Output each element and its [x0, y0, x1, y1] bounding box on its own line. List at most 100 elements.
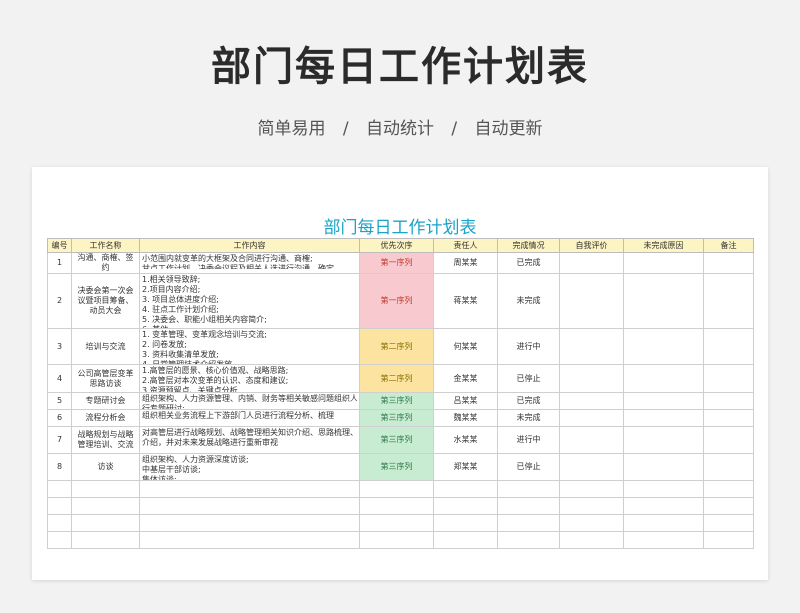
- cell-owner[interactable]: 郑某某: [433, 453, 498, 481]
- cell-priority[interactable]: 第二序列: [359, 364, 434, 393]
- col-header-name[interactable]: 工作名称: [71, 238, 140, 253]
- cell-note[interactable]: [703, 252, 754, 274]
- empty-cell[interactable]: [433, 480, 498, 498]
- cell-note[interactable]: [703, 426, 754, 454]
- cell-self-eval[interactable]: [559, 273, 624, 329]
- empty-cell[interactable]: [139, 514, 360, 532]
- cell-content[interactable]: 组织架构、人力资源管理、内销、财务等相关敏感问题组织人员进 行专题研讨;: [139, 392, 360, 410]
- cell-note[interactable]: [703, 364, 754, 393]
- empty-cell[interactable]: [139, 531, 360, 549]
- cell-self-eval[interactable]: [559, 426, 624, 454]
- empty-cell[interactable]: [359, 514, 434, 532]
- empty-cell[interactable]: [703, 514, 754, 532]
- cell-content[interactable]: 小范围内就变革的大框架及合同进行沟通、商榷; 甘点工作计划、决委会议程及相关人选进…: [139, 252, 360, 274]
- cell-content[interactable]: 组织架构、人力资源深度访谈; 中基层干部访谈; 集体访谈;: [139, 453, 360, 481]
- col-header-reason[interactable]: 未完成原因: [623, 238, 704, 253]
- cell-content[interactable]: 对高管层进行战略规划、战略管理相关知识介绍、思路梳理、方法 介绍，并对未来发展战略…: [139, 426, 360, 454]
- cell-no[interactable]: 5: [47, 392, 72, 410]
- cell-status[interactable]: 进行中: [497, 328, 560, 365]
- empty-cell[interactable]: [623, 514, 704, 532]
- cell-status[interactable]: 未完成: [497, 273, 560, 329]
- cell-reason[interactable]: [623, 328, 704, 365]
- cell-note[interactable]: [703, 392, 754, 410]
- empty-cell[interactable]: [139, 497, 360, 515]
- cell-reason[interactable]: [623, 426, 704, 454]
- cell-no[interactable]: 4: [47, 364, 72, 393]
- cell-no[interactable]: 6: [47, 409, 72, 427]
- empty-cell[interactable]: [47, 531, 72, 549]
- cell-name[interactable]: 公司高管层变革思路访谈: [71, 364, 140, 393]
- cell-name[interactable]: 决委会第一次会议暨项目筹备、动员大会: [71, 273, 140, 329]
- empty-cell[interactable]: [359, 497, 434, 515]
- empty-cell[interactable]: [71, 514, 140, 532]
- cell-owner[interactable]: 金某某: [433, 364, 498, 393]
- cell-owner[interactable]: 周某某: [433, 252, 498, 274]
- empty-cell[interactable]: [433, 514, 498, 532]
- cell-status[interactable]: 进行中: [497, 426, 560, 454]
- empty-cell[interactable]: [703, 497, 754, 515]
- empty-cell[interactable]: [139, 480, 360, 498]
- empty-cell[interactable]: [497, 497, 560, 515]
- cell-name[interactable]: 专题研讨会: [71, 392, 140, 410]
- empty-cell[interactable]: [623, 480, 704, 498]
- empty-cell[interactable]: [47, 497, 72, 515]
- cell-owner[interactable]: 蒋某某: [433, 273, 498, 329]
- cell-priority[interactable]: 第一序列: [359, 273, 434, 329]
- cell-priority[interactable]: 第三序列: [359, 453, 434, 481]
- cell-content[interactable]: 1.相关领导致辞; 2.项目内容介绍; 3. 项目总体进度介绍; 4. 驻点工作计划介…: [139, 273, 360, 329]
- empty-cell[interactable]: [703, 531, 754, 549]
- col-header-no[interactable]: 编号: [47, 238, 72, 253]
- cell-note[interactable]: [703, 273, 754, 329]
- cell-note[interactable]: [703, 409, 754, 427]
- cell-reason[interactable]: [623, 273, 704, 329]
- cell-name[interactable]: 沟通、商榷、签约: [71, 252, 140, 274]
- cell-self-eval[interactable]: [559, 252, 624, 274]
- cell-reason[interactable]: [623, 364, 704, 393]
- cell-status[interactable]: 已停止: [497, 364, 560, 393]
- empty-cell[interactable]: [47, 514, 72, 532]
- cell-content[interactable]: 组织相关业务流程上下游部门人员进行流程分析、梳理: [139, 409, 360, 427]
- cell-content[interactable]: 1. 变革管理、变革观念培训与交流;2. 问卷发放;3. 资料收集清单发放;4.…: [139, 328, 360, 365]
- empty-cell[interactable]: [623, 497, 704, 515]
- cell-name[interactable]: 访谈: [71, 453, 140, 481]
- cell-reason[interactable]: [623, 392, 704, 410]
- cell-self-eval[interactable]: [559, 328, 624, 365]
- col-header-priority[interactable]: 优先次序: [359, 238, 434, 253]
- col-header-self-eval[interactable]: 自我评价: [559, 238, 624, 253]
- empty-cell[interactable]: [703, 480, 754, 498]
- cell-no[interactable]: 8: [47, 453, 72, 481]
- cell-status[interactable]: 已停止: [497, 453, 560, 481]
- cell-no[interactable]: 3: [47, 328, 72, 365]
- cell-priority[interactable]: 第三序列: [359, 392, 434, 410]
- empty-cell[interactable]: [559, 531, 624, 549]
- cell-name[interactable]: 流程分析会: [71, 409, 140, 427]
- empty-cell[interactable]: [359, 531, 434, 549]
- cell-priority[interactable]: 第三序列: [359, 426, 434, 454]
- empty-cell[interactable]: [433, 497, 498, 515]
- empty-cell[interactable]: [47, 480, 72, 498]
- empty-cell[interactable]: [359, 480, 434, 498]
- empty-cell[interactable]: [71, 531, 140, 549]
- cell-note[interactable]: [703, 453, 754, 481]
- cell-self-eval[interactable]: [559, 453, 624, 481]
- col-header-content[interactable]: 工作内容: [139, 238, 360, 253]
- cell-priority[interactable]: 第二序列: [359, 328, 434, 365]
- cell-priority[interactable]: 第一序列: [359, 252, 434, 274]
- cell-owner[interactable]: 何某某: [433, 328, 498, 365]
- cell-self-eval[interactable]: [559, 392, 624, 410]
- empty-cell[interactable]: [559, 497, 624, 515]
- empty-cell[interactable]: [497, 514, 560, 532]
- cell-status[interactable]: 已完成: [497, 392, 560, 410]
- cell-no[interactable]: 1: [47, 252, 72, 274]
- col-header-owner[interactable]: 责任人: [433, 238, 498, 253]
- cell-no[interactable]: 2: [47, 273, 72, 329]
- empty-cell[interactable]: [497, 531, 560, 549]
- cell-name[interactable]: 培训与交流: [71, 328, 140, 365]
- empty-cell[interactable]: [71, 497, 140, 515]
- cell-note[interactable]: [703, 328, 754, 365]
- cell-content[interactable]: 1.高管层的愿景、核心价值观、战略思路; 2.高管层对本次变革的认识、态度和建议;…: [139, 364, 360, 393]
- cell-status[interactable]: 已完成: [497, 252, 560, 274]
- cell-status[interactable]: 未完成: [497, 409, 560, 427]
- cell-name[interactable]: 战略规划与战略管理培训、交流: [71, 426, 140, 454]
- cell-owner[interactable]: 吕某某: [433, 392, 498, 410]
